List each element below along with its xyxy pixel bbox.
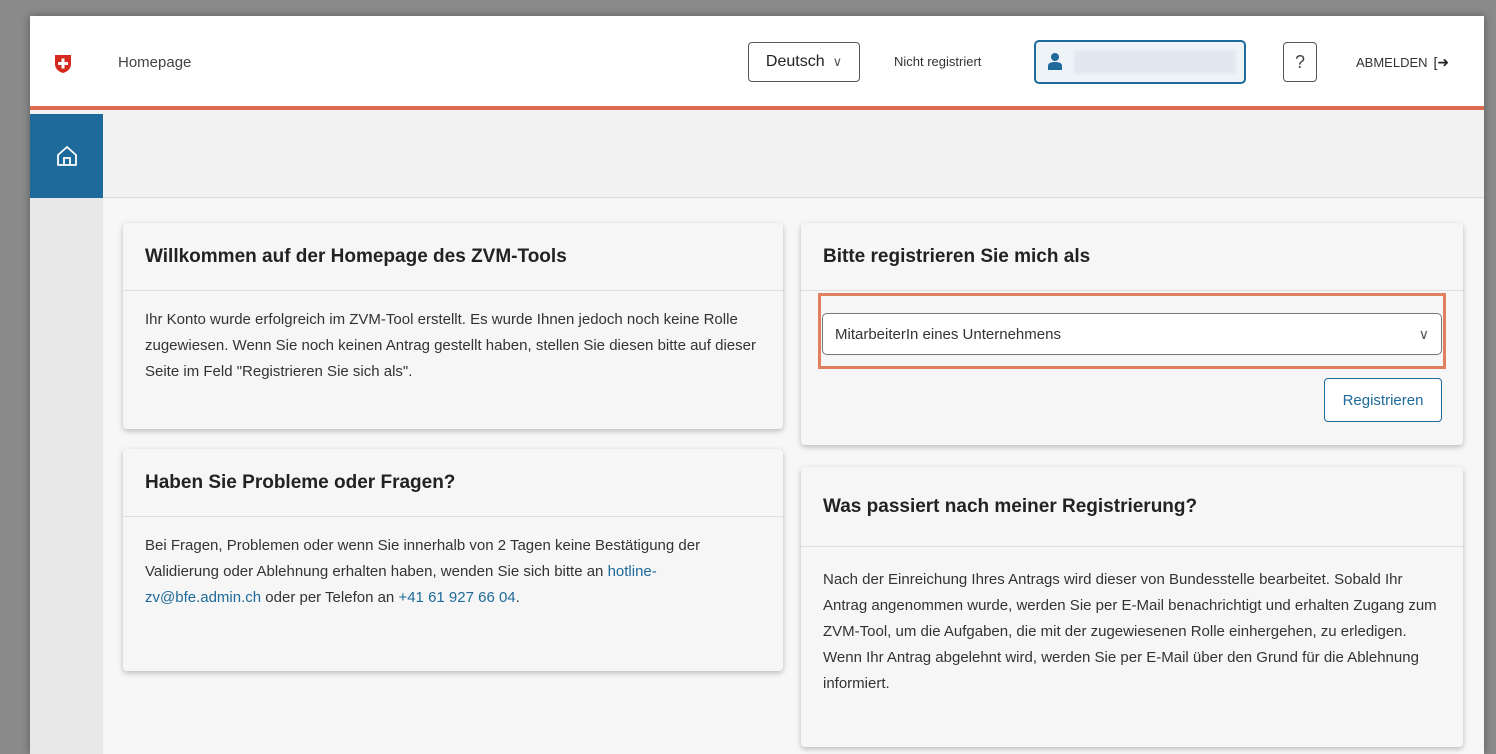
app-window: Homepage Deutsch ∨ Nicht registriert ? A… (30, 16, 1484, 754)
help-card-title: Haben Sie Probleme oder Fragen? (123, 449, 783, 517)
after-card-text: Nach der Einreichung Ihres Antrags wird … (823, 571, 1437, 692)
after-registration-card: Was passiert nach meiner Registrierung? … (801, 467, 1463, 747)
hotline-phone-link[interactable]: +41 61 927 66 04 (398, 589, 515, 606)
user-icon (1048, 53, 1062, 70)
help-card-text: Bei Fragen, Problemen oder wenn Sie inne… (123, 517, 783, 611)
welcome-card-text: Ihr Konto wurde erfolgreich im ZVM-Tool … (145, 311, 756, 380)
user-account-field[interactable] (1034, 40, 1246, 84)
top-header: Homepage Deutsch ∨ Nicht registriert ? A… (30, 16, 1484, 110)
welcome-card-title: Willkommen auf der Homepage des ZVM-Tool… (123, 223, 783, 291)
home-icon (56, 146, 77, 166)
logout-button[interactable]: ABMELDEN [➜ (1356, 54, 1449, 71)
help-card: Haben Sie Probleme oder Fragen? Bei Frag… (123, 449, 783, 671)
app-title[interactable]: Homepage (118, 54, 191, 71)
role-select[interactable]: MitarbeiterIn eines Unternehmens ∨ (822, 313, 1442, 355)
welcome-card: Willkommen auf der Homepage des ZVM-Tool… (123, 223, 783, 429)
nav-home[interactable] (30, 114, 103, 198)
side-navigation (30, 114, 103, 754)
after-card-title: Was passiert nach meiner Registrierung? (801, 467, 1463, 547)
chevron-down-icon: ∨ (832, 54, 843, 69)
page-subheader (103, 114, 1484, 198)
language-value: Deutsch (765, 53, 825, 70)
logout-label: ABMELDEN (1356, 55, 1428, 70)
language-select[interactable]: Deutsch ∨ (748, 42, 860, 82)
register-button[interactable]: Registrieren (1324, 378, 1442, 422)
help-text-after: . (515, 589, 520, 606)
help-button[interactable]: ? (1283, 42, 1317, 82)
redacted-user-name (1074, 50, 1236, 74)
register-card-title: Bitte registrieren Sie mich als (801, 223, 1463, 291)
main-content: Willkommen auf der Homepage des ZVM-Tool… (103, 199, 1484, 754)
swiss-cross-icon[interactable] (54, 54, 72, 74)
logout-icon: [➜ (1433, 54, 1450, 70)
registration-status: Nicht registriert (894, 54, 982, 69)
register-card: Bitte registrieren Sie mich als Mitarbei… (801, 223, 1463, 445)
help-text-middle: oder per Telefon an (261, 589, 399, 606)
chevron-down-icon: ∨ (1418, 325, 1429, 342)
role-select-value: MitarbeiterIn eines Unternehmens (835, 325, 1061, 343)
